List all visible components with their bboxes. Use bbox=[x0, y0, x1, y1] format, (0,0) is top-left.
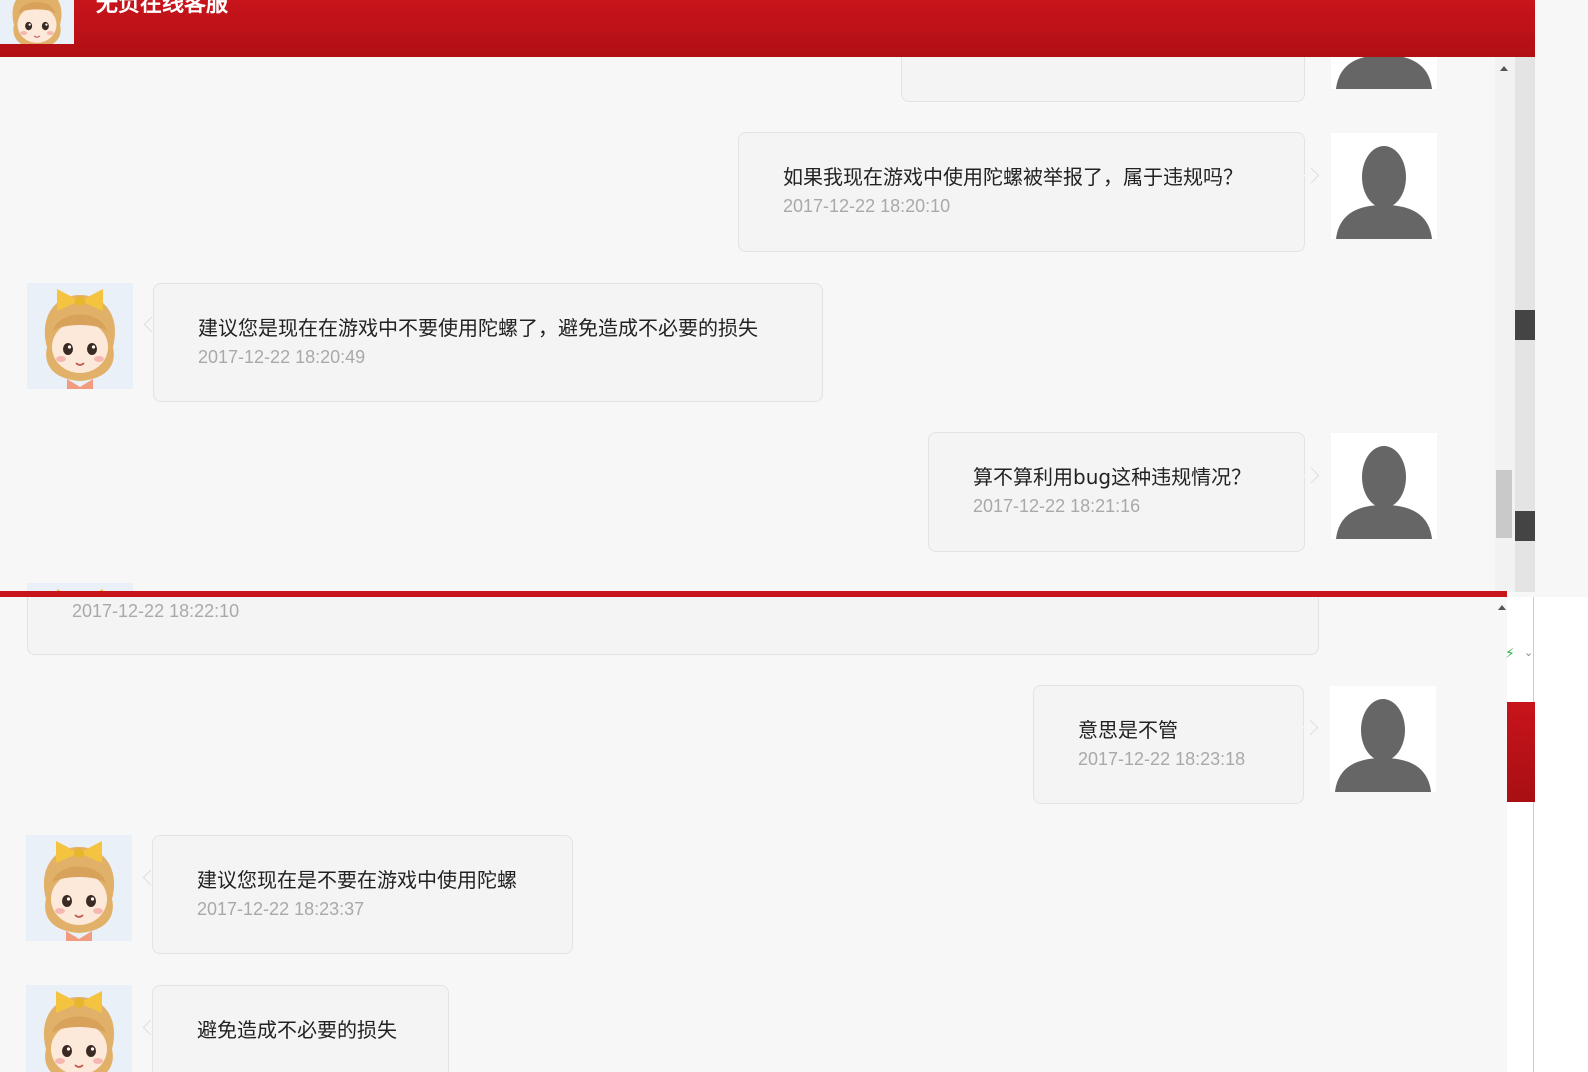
message-text: 算不算利用bug这种违规情况？ bbox=[973, 465, 1252, 489]
person-silhouette-icon bbox=[1331, 133, 1437, 239]
message-text: 建议您是现在在游戏中不要使用陀螺了，避免造成不必要的损失 bbox=[198, 316, 758, 340]
window-border bbox=[1533, 597, 1534, 1072]
lightning-bolt-icon: ⚡ bbox=[1505, 646, 1515, 662]
message-timestamp: 2017-12-22 18:21:16 bbox=[973, 496, 1141, 516]
message-bubble-bot: 建议您是现在在游戏中不要使用陀螺了，避免造成不必要的损失 2017-12-22 … bbox=[153, 283, 823, 402]
message-timestamp: 2017-12-22 18:23:37 bbox=[197, 899, 365, 919]
message-bubble-user: 如果我现在游戏中使用陀螺被举报了，属于违规吗？ 2017-12-22 18:20… bbox=[738, 132, 1305, 252]
outer-scroll-marker bbox=[1515, 511, 1535, 541]
cartoon-girl-avatar-icon bbox=[27, 283, 133, 389]
cartoon-girl-avatar-icon bbox=[0, 0, 74, 44]
adjacent-window-edge bbox=[1507, 597, 1588, 1072]
message-timestamp: 2017-12-22 18:20:10 bbox=[783, 196, 951, 216]
message-bubble-bot: 建议您现在是不要在游戏中使用陀螺 2017-12-22 18:23:37 bbox=[152, 835, 573, 954]
cartoon-girl-avatar-icon bbox=[26, 835, 132, 941]
adjacent-window-red-panel bbox=[1507, 702, 1535, 802]
triangle-up-icon[interactable] bbox=[1498, 605, 1506, 610]
message-text: 避免造成不必要的损失 bbox=[197, 1018, 397, 1042]
chat-history-pane: 2017-12-22 18:22:10 意思是不管 2017-12-22 18:… bbox=[0, 597, 1507, 1072]
message-text: 建议您现在是不要在游戏中使用陀螺 bbox=[197, 868, 517, 892]
message-bubble-user: 算不算利用bug这种违规情况？ 2017-12-22 18:21:16 bbox=[928, 432, 1305, 552]
person-silhouette-icon bbox=[1331, 433, 1437, 539]
triangle-up-icon[interactable] bbox=[1500, 66, 1508, 71]
chevron-icon bbox=[1303, 167, 1320, 184]
chevron-icon bbox=[1302, 719, 1319, 736]
message-bubble-bot: 避免造成不必要的损失 bbox=[152, 985, 449, 1072]
scrollbar-thumb[interactable] bbox=[1496, 470, 1512, 538]
message-text: 如果我现在游戏中使用陀螺被举报了，属于违规吗？ bbox=[783, 165, 1243, 189]
message-bubble-user: 意思是不管 2017-12-22 18:23:18 bbox=[1033, 685, 1304, 804]
chevron-icon bbox=[1303, 467, 1320, 484]
chevron-down-icon[interactable]: ⌄ bbox=[1524, 646, 1533, 659]
chat-header: 无负在线客服 bbox=[0, 0, 1535, 57]
outer-scroll-marker bbox=[1515, 310, 1535, 340]
message-text: 意思是不管 bbox=[1078, 718, 1178, 742]
chat-history-pane: 2017-12-22 18:19:22 如果我现在游戏中使用陀螺被举报了，属于违… bbox=[0, 0, 1535, 592]
cartoon-girl-avatar-icon bbox=[26, 985, 132, 1072]
message-timestamp: 2017-12-22 18:22:10 bbox=[72, 601, 240, 621]
message-timestamp: 2017-12-22 18:23:18 bbox=[1078, 749, 1246, 769]
header-title: 无负在线客服 bbox=[96, 0, 229, 17]
message-bubble-bot: 2017-12-22 18:22:10 bbox=[27, 597, 1319, 655]
message-timestamp: 2017-12-22 18:20:49 bbox=[198, 347, 366, 367]
person-silhouette-icon bbox=[1330, 686, 1436, 792]
